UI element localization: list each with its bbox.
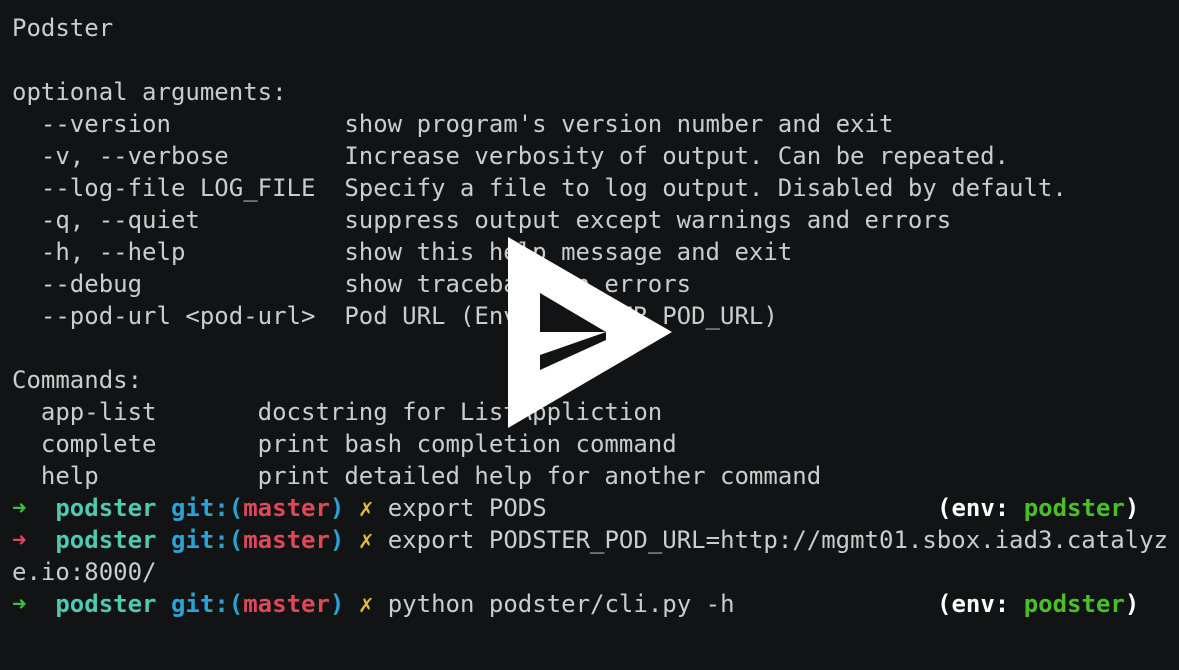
player-overlay [0,0,1179,664]
play-icon[interactable] [0,0,1179,664]
play-triangle [508,237,672,428]
